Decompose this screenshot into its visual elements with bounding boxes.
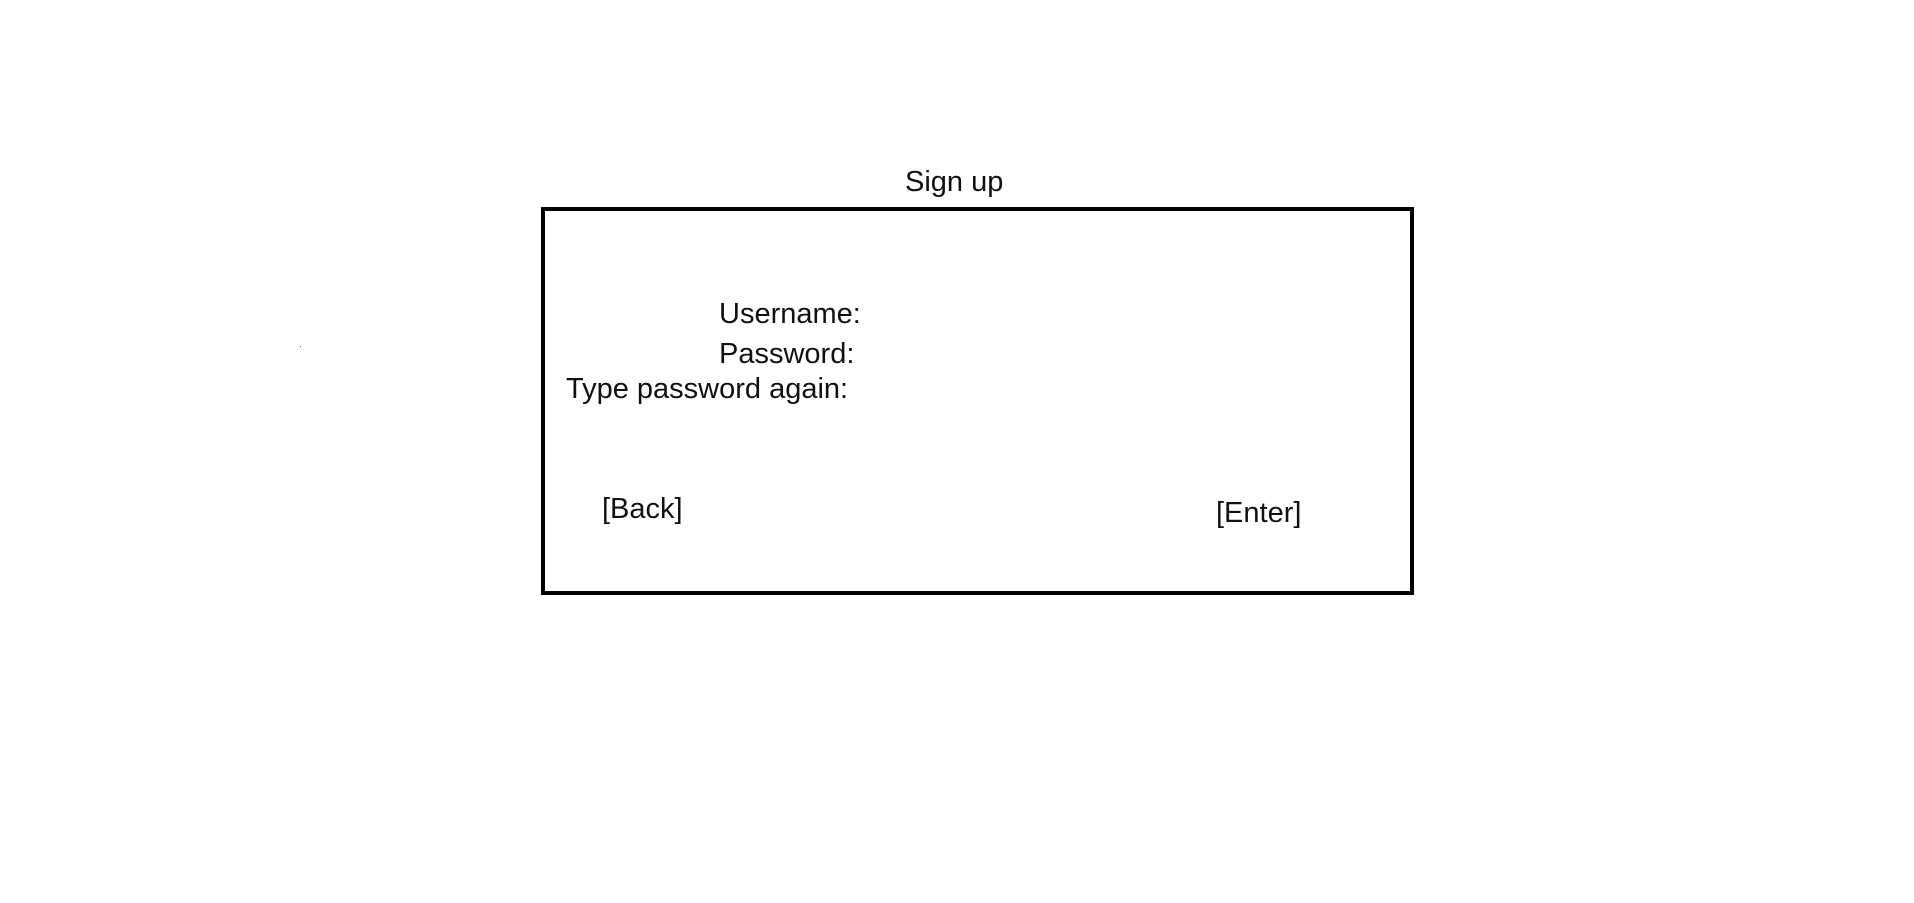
password-label: Password: (719, 338, 855, 370)
signup-form-box: Username: Password: Type password again:… (541, 207, 1414, 595)
stray-pixel-mark (300, 346, 301, 347)
page-title: Sign up (905, 166, 1004, 198)
enter-button[interactable]: [Enter] (1216, 496, 1301, 530)
username-label: Username: (719, 298, 861, 330)
back-button[interactable]: [Back] (602, 492, 683, 526)
password-again-label: Type password again: (566, 373, 849, 405)
